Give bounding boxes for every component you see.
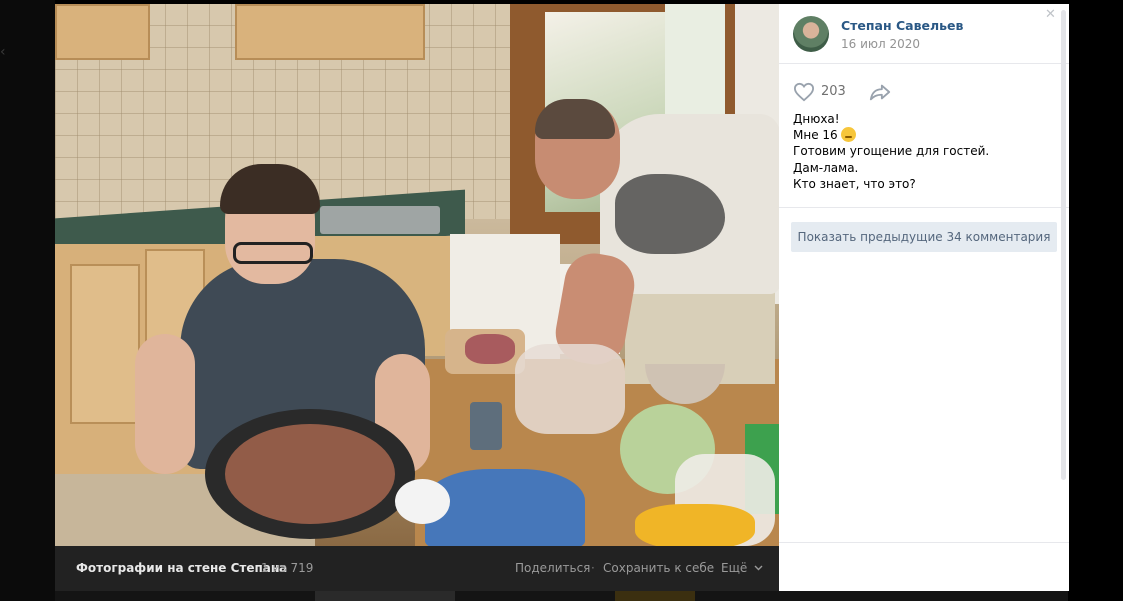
post-line: Дам-лама.	[793, 160, 859, 175]
album-title-link[interactable]: Фотографии на стене Степана	[76, 561, 287, 575]
post-line: Днюха!	[793, 112, 840, 126]
glasses	[233, 242, 313, 264]
backdrop-left	[0, 0, 55, 601]
author-header: Степан Савельев 16 июл 2020 ✕	[779, 4, 1069, 64]
backdrop-fragment	[615, 591, 695, 601]
like-count[interactable]: 203	[821, 84, 846, 99]
saucer	[395, 479, 450, 524]
show-previous-comments-button[interactable]: Показать предыдущие 34 комментария	[791, 222, 1057, 252]
cabinet-door	[70, 264, 140, 424]
more-label: Ещё	[721, 561, 748, 575]
post-text: Днюха! Мне 16 Готовим угощение для госте…	[793, 111, 1053, 192]
more-link[interactable]: Ещё	[721, 561, 763, 575]
prev-arrow-icon[interactable]: ‹	[0, 44, 6, 60]
heart-icon[interactable]	[793, 82, 815, 102]
save-link[interactable]: Сохранить к себе	[603, 561, 714, 575]
share-arrow-icon[interactable]	[869, 82, 891, 102]
separator: ·	[591, 561, 595, 575]
scrollbar[interactable]	[1061, 10, 1066, 480]
can	[470, 402, 502, 450]
separator: ·	[710, 561, 714, 575]
meat	[465, 334, 515, 364]
plastic-bag	[515, 344, 625, 434]
divider	[779, 207, 1069, 208]
chevron-down-icon	[754, 565, 763, 571]
avatar[interactable]	[793, 16, 829, 52]
window-glass	[665, 4, 725, 119]
boy-arm	[135, 334, 195, 474]
post-line: Кто знает, что это?	[793, 176, 916, 191]
post-date[interactable]: 16 июл 2020	[841, 37, 920, 51]
party-face-emoji-icon	[840, 127, 856, 143]
upper-cabinet	[235, 4, 425, 60]
yellow-pepper	[635, 504, 755, 546]
divider	[779, 542, 1069, 543]
backdrop-bottom	[55, 591, 1068, 601]
author-name-link[interactable]: Степан Савельев	[841, 18, 963, 33]
photo-counter: 1 из 719	[261, 561, 314, 575]
photo-viewer-image[interactable]	[55, 4, 779, 546]
info-panel: Степан Савельев 16 июл 2020 ✕ 203 Днюха!…	[779, 4, 1069, 591]
post-line: Мне 16	[793, 128, 838, 143]
pan-food	[225, 424, 395, 524]
post-line: Готовим угощение для гостей.	[793, 144, 990, 159]
close-icon[interactable]: ✕	[1045, 7, 1056, 22]
backdrop-fragment	[315, 591, 455, 601]
share-link[interactable]: Поделиться	[515, 561, 590, 575]
upper-cabinet	[55, 4, 150, 60]
post-line-with-emoji: Мне 16	[793, 127, 1053, 143]
sink	[320, 206, 440, 234]
photo-bottom-bar: Фотографии на стене Степана 1 из 719 Под…	[55, 546, 779, 591]
